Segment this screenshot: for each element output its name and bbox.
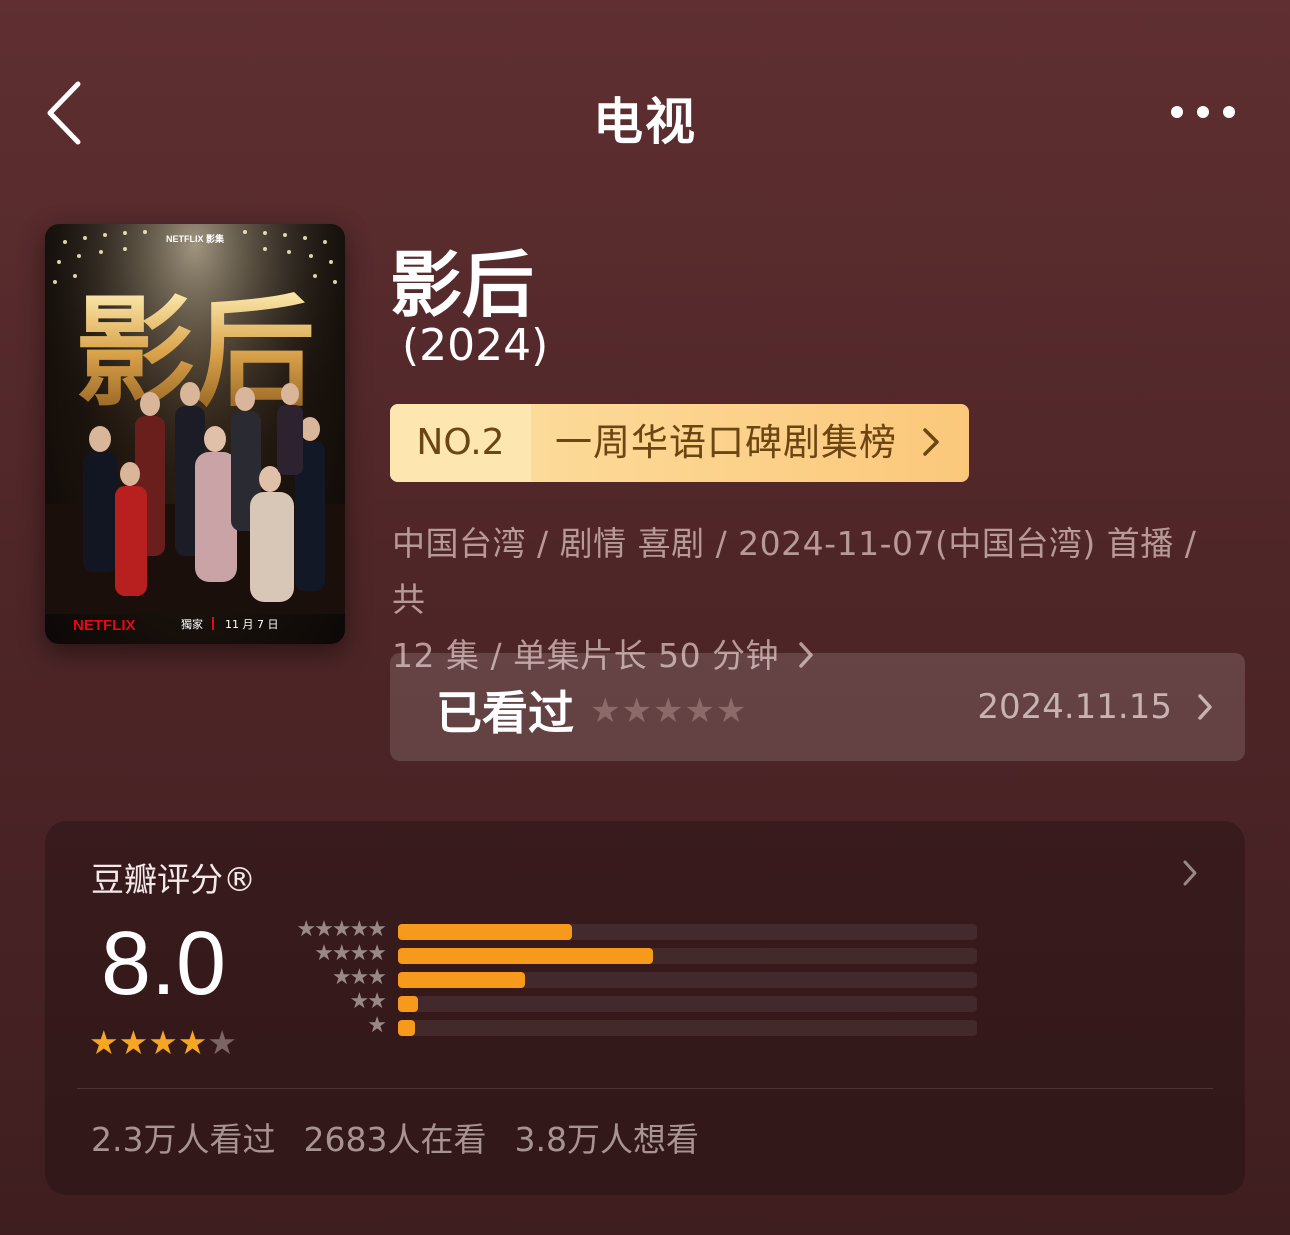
distribution-track (398, 948, 977, 964)
poster-footer-brand: NETFLIX (73, 617, 136, 634)
user-rating-stars[interactable]: ★★★★★ (590, 691, 747, 731)
poster-brand-text: NETFLIX 影集 (166, 233, 225, 244)
ranking-list-name: 一周华语口碑剧集榜 (531, 404, 969, 482)
audience-stat: 3.8万人想看 (514, 1120, 699, 1159)
rating-stars: ★★★★★ (89, 1023, 237, 1062)
star-filled-icon: ★ (89, 1023, 119, 1062)
star-filled-icon: ★ (177, 1023, 208, 1062)
audience-stats: 2.3万人看过 2683人在看 3.8万人想看 (91, 1113, 727, 1161)
ranking-list-label: 一周华语口碑剧集榜 (555, 421, 897, 464)
star-filled-icon: ★ (118, 1023, 149, 1062)
audience-stat: 2.3万人看过 (91, 1120, 276, 1159)
poster-footer-exclusive: 獨家 (181, 617, 203, 631)
distribution-stars-label: ★★★ (331, 965, 387, 990)
nav-bar: 电视 (0, 60, 1290, 170)
chevron-right-icon (1183, 860, 1197, 886)
divider (77, 1088, 1213, 1089)
rating-score: 8.0 (101, 914, 227, 1014)
douban-rating-card[interactable]: 豆瓣评分® 8.0 ★★★★★ ★★★★★ ★★★★ ★★★ ★★ ★ 2.3万人看过 2… (45, 821, 1245, 1195)
watched-status-card[interactable]: 已看过 ★★★★★ 2024.11.15 (390, 653, 1245, 761)
distribution-stars-label: ★★★★ (314, 941, 387, 966)
distribution-bar (398, 972, 526, 988)
show-year: (2024) (402, 320, 549, 371)
chevron-right-icon (923, 428, 939, 456)
chevron-right-icon (1198, 694, 1212, 720)
more-dots-icon (1171, 106, 1235, 118)
page-title: 电视 (593, 93, 697, 151)
distribution-bar (398, 996, 419, 1012)
audience-stat: 2683人在看 (303, 1120, 487, 1159)
watched-label: 已看过 (436, 686, 574, 740)
distribution-track (398, 996, 977, 1012)
distribution-bar (398, 948, 653, 964)
poster-image[interactable]: NETFLIX 影集 影后 NETFLIX 獨家 11 月 7 日 (45, 224, 345, 644)
meta-line-1: 中国台湾 / 剧情 喜剧 / 2024-11-07(中国台湾) 首播 / 共 (392, 524, 1197, 619)
distribution-bar (398, 1020, 416, 1036)
show-title: 影后 (390, 243, 535, 327)
ranking-number: NO.2 (390, 404, 531, 482)
poster-footer-date: 11 月 7 日 (225, 618, 279, 631)
distribution-track (398, 924, 977, 940)
star-empty-icon: ★ (207, 1023, 237, 1062)
ranking-badge[interactable]: NO.2 一周华语口碑剧集榜 (390, 404, 969, 482)
poster-art: NETFLIX 影集 影后 NETFLIX 獨家 11 月 7 日 (45, 224, 345, 644)
distribution-track (398, 1020, 977, 1036)
rating-title: 豆瓣评分® (91, 860, 256, 899)
watched-date: 2024.11.15 (977, 687, 1172, 727)
distribution-stars-label: ★ (367, 1013, 387, 1038)
distribution-bar (398, 924, 572, 940)
distribution-stars-label: ★★★★★ (296, 917, 387, 942)
more-button[interactable] (1168, 100, 1238, 124)
star-filled-icon: ★ (148, 1023, 178, 1062)
distribution-stars-label: ★★ (349, 989, 387, 1014)
distribution-row: ★ (275, 1013, 985, 1041)
distribution-track (398, 972, 977, 988)
rating-distribution: ★★★★★ ★★★★ ★★★ ★★ ★ (275, 917, 985, 1041)
